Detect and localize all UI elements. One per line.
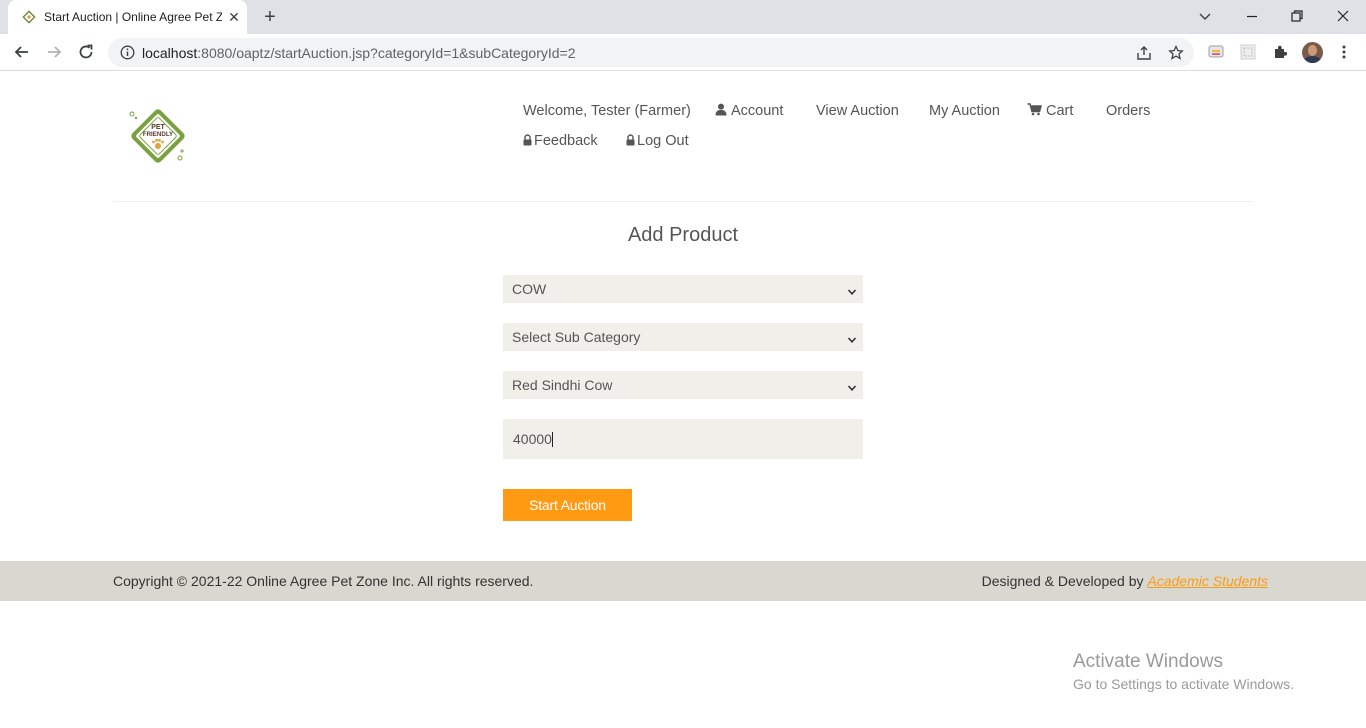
- lock-icon: [523, 133, 532, 151]
- cast-extension-icon[interactable]: [1207, 43, 1225, 61]
- profile-avatar[interactable]: [1302, 42, 1323, 63]
- close-tab-icon[interactable]: ✕: [226, 9, 242, 25]
- copyright-text: Copyright © 2021-22 Online Agree Pet Zon…: [113, 573, 534, 589]
- text-caret: [551, 432, 553, 447]
- chevron-down-icon: [847, 380, 857, 391]
- product-select[interactable]: Red Sindhi Cow: [503, 371, 863, 399]
- credit-text: Designed & Developed by Academic Student…: [982, 573, 1268, 589]
- footer: Copyright © 2021-22 Online Agree Pet Zon…: [0, 561, 1366, 601]
- welcome-text: Welcome, Tester (Farmer): [523, 103, 691, 119]
- new-tab-icon[interactable]: +: [258, 6, 282, 28]
- price-input-value: 40000: [513, 431, 553, 447]
- price-input-text: 40000: [513, 431, 552, 447]
- form-title: Add Product: [627, 224, 739, 246]
- tab-title: Start Auction | Online Agree Pet Zone: [44, 10, 222, 24]
- svg-text:FRIENDLY: FRIENDLY: [143, 131, 174, 138]
- chevron-down-icon: [847, 332, 857, 343]
- address-bar[interactable]: localhost:8080/oaptz/startAuction.jsp?ca…: [108, 38, 1194, 67]
- cart-icon: [1027, 103, 1042, 121]
- chevron-down-icon: [847, 284, 857, 295]
- extensions-puzzle-icon[interactable]: [1271, 43, 1289, 61]
- category-select[interactable]: COW: [503, 275, 863, 303]
- nav-orders[interactable]: Orders: [1106, 102, 1150, 120]
- subcategory-select-value: Select Sub Category: [512, 329, 641, 345]
- nav-view-auction[interactable]: View Auction: [816, 102, 899, 120]
- nav-cart-label: Cart: [1046, 103, 1074, 119]
- url-text: localhost:8080/oaptz/startAuction.jsp?ca…: [142, 45, 576, 61]
- page: PET FRIENDLY Welcome, Tester (Farmer) Ac…: [0, 72, 1366, 728]
- url-path: :8080/oaptz/startAuction.jsp?categoryId=…: [197, 45, 576, 61]
- browser-toolbar: localhost:8080/oaptz/startAuction.jsp?ca…: [0, 34, 1366, 71]
- nav-feedback[interactable]: Feedback: [523, 132, 598, 151]
- credit-prefix: Designed & Developed by: [981, 573, 1148, 589]
- activate-windows-watermark: Activate Windows Go to Settings to activ…: [1073, 650, 1294, 693]
- browser-tab[interactable]: Start Auction | Online Agree Pet Zone ✕: [8, 0, 247, 34]
- browser-menu-kebab-icon[interactable]: [1335, 43, 1353, 61]
- back-arrow-icon[interactable]: [12, 42, 32, 62]
- pet-friendly-logo[interactable]: PET FRIENDLY: [124, 102, 192, 170]
- product-select-value: Red Sindhi Cow: [512, 377, 613, 393]
- subcategory-select[interactable]: Select Sub Category: [503, 323, 863, 351]
- nav-account-label: Account: [731, 103, 784, 119]
- close-window-icon[interactable]: [1333, 6, 1353, 26]
- nav-feedback-label: Feedback: [534, 133, 598, 149]
- share-icon[interactable]: [1135, 44, 1153, 62]
- minimize-icon[interactable]: [1242, 6, 1262, 26]
- watermark-title: Activate Windows: [1073, 651, 1223, 672]
- browser-tab-strip: Start Auction | Online Agree Pet Zone ✕ …: [0, 0, 1366, 34]
- start-auction-button[interactable]: Start Auction: [503, 489, 632, 521]
- url-host: localhost: [142, 45, 198, 61]
- watermark-subtitle: Go to Settings to activate Windows.: [1073, 676, 1294, 692]
- nav-logout[interactable]: Log Out: [626, 132, 689, 151]
- nav-account[interactable]: Account: [715, 102, 783, 121]
- category-select-value: COW: [512, 281, 547, 297]
- forward-arrow-icon[interactable]: [44, 42, 64, 62]
- svg-text:PET: PET: [151, 124, 165, 131]
- tab-search-chevron-icon[interactable]: [1195, 6, 1215, 26]
- restore-icon[interactable]: [1287, 6, 1307, 26]
- nav-my-auction[interactable]: My Auction: [929, 102, 1000, 120]
- nav-cart[interactable]: Cart: [1027, 102, 1073, 121]
- header-divider: [113, 201, 1253, 202]
- bookmark-star-icon[interactable]: [1167, 44, 1185, 62]
- user-icon: [715, 103, 727, 121]
- lock-icon: [626, 133, 635, 151]
- reload-icon[interactable]: [76, 42, 96, 62]
- screenshot-extension-icon[interactable]: [1239, 43, 1257, 61]
- pet-friendly-favicon-icon: [22, 10, 36, 24]
- nav-logout-label: Log Out: [637, 133, 689, 149]
- site-info-icon[interactable]: [120, 45, 135, 60]
- credit-link[interactable]: Academic Students: [1147, 573, 1268, 589]
- price-input[interactable]: 40000: [503, 419, 863, 459]
